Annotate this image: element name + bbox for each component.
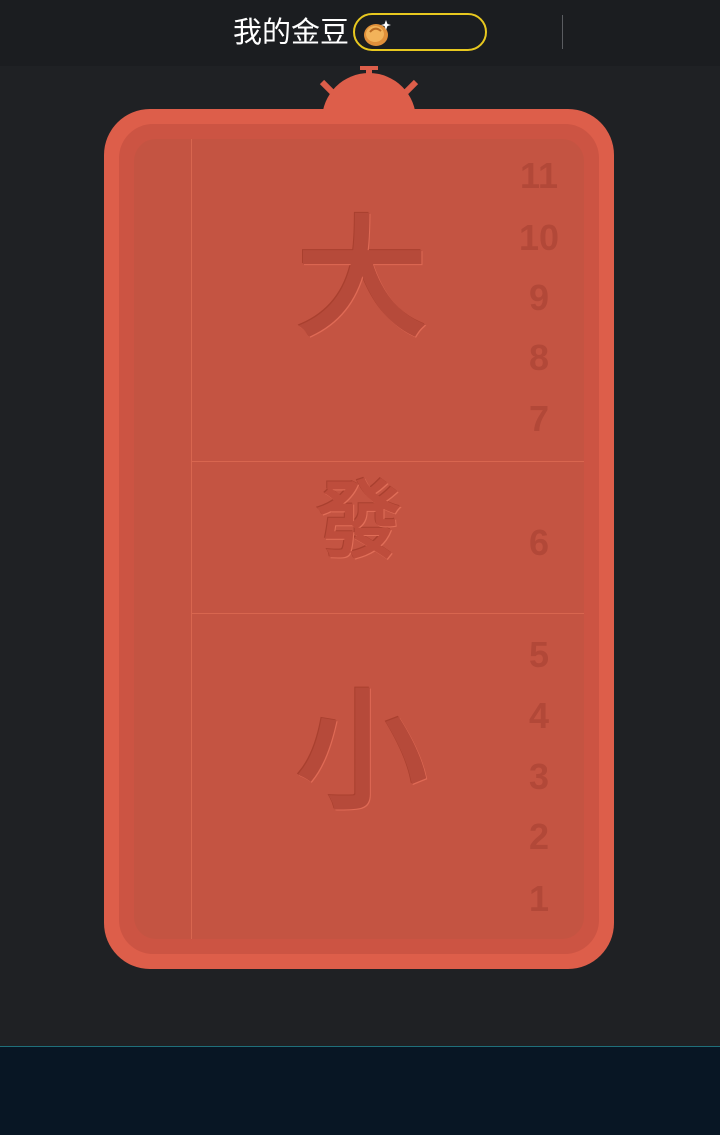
number-11: 11 [519,155,559,196]
number-3: 3 [528,756,550,797]
number-2: 2 [528,816,550,857]
betting-board: 大 11 10 9 8 7 發 6 小 5 4 3 2 1 [104,109,614,969]
number-10: 10 [518,217,560,258]
number-4: 4 [528,695,550,736]
bet-zone-fa[interactable]: 發 6 [192,462,584,612]
number-9: 9 [528,277,550,318]
big-label: 大 [296,203,427,355]
gold-bean-balance[interactable] [353,13,487,51]
number-6: 6 [528,522,550,563]
top-bar: 我的金豆 [0,0,720,66]
gold-bean-title: 我的金豆 [233,15,350,49]
number-8: 8 [528,337,550,378]
gold-bean-icon [364,20,391,46]
bet-zone-big[interactable]: 大 11 10 9 8 7 [192,139,584,461]
board-inner: 大 11 10 9 8 7 發 6 小 5 4 3 2 1 [119,124,599,954]
small-label: 小 [296,676,427,828]
header-divider [562,15,563,49]
bottom-bar [0,1046,720,1135]
number-1: 1 [528,878,550,919]
board-panel: 大 11 10 9 8 7 發 6 小 5 4 3 2 1 [134,139,584,939]
number-5: 5 [528,634,550,675]
bet-zone-small[interactable]: 小 5 4 3 2 1 [192,614,584,939]
number-7: 7 [528,398,550,439]
fa-label: 發 [316,472,401,570]
